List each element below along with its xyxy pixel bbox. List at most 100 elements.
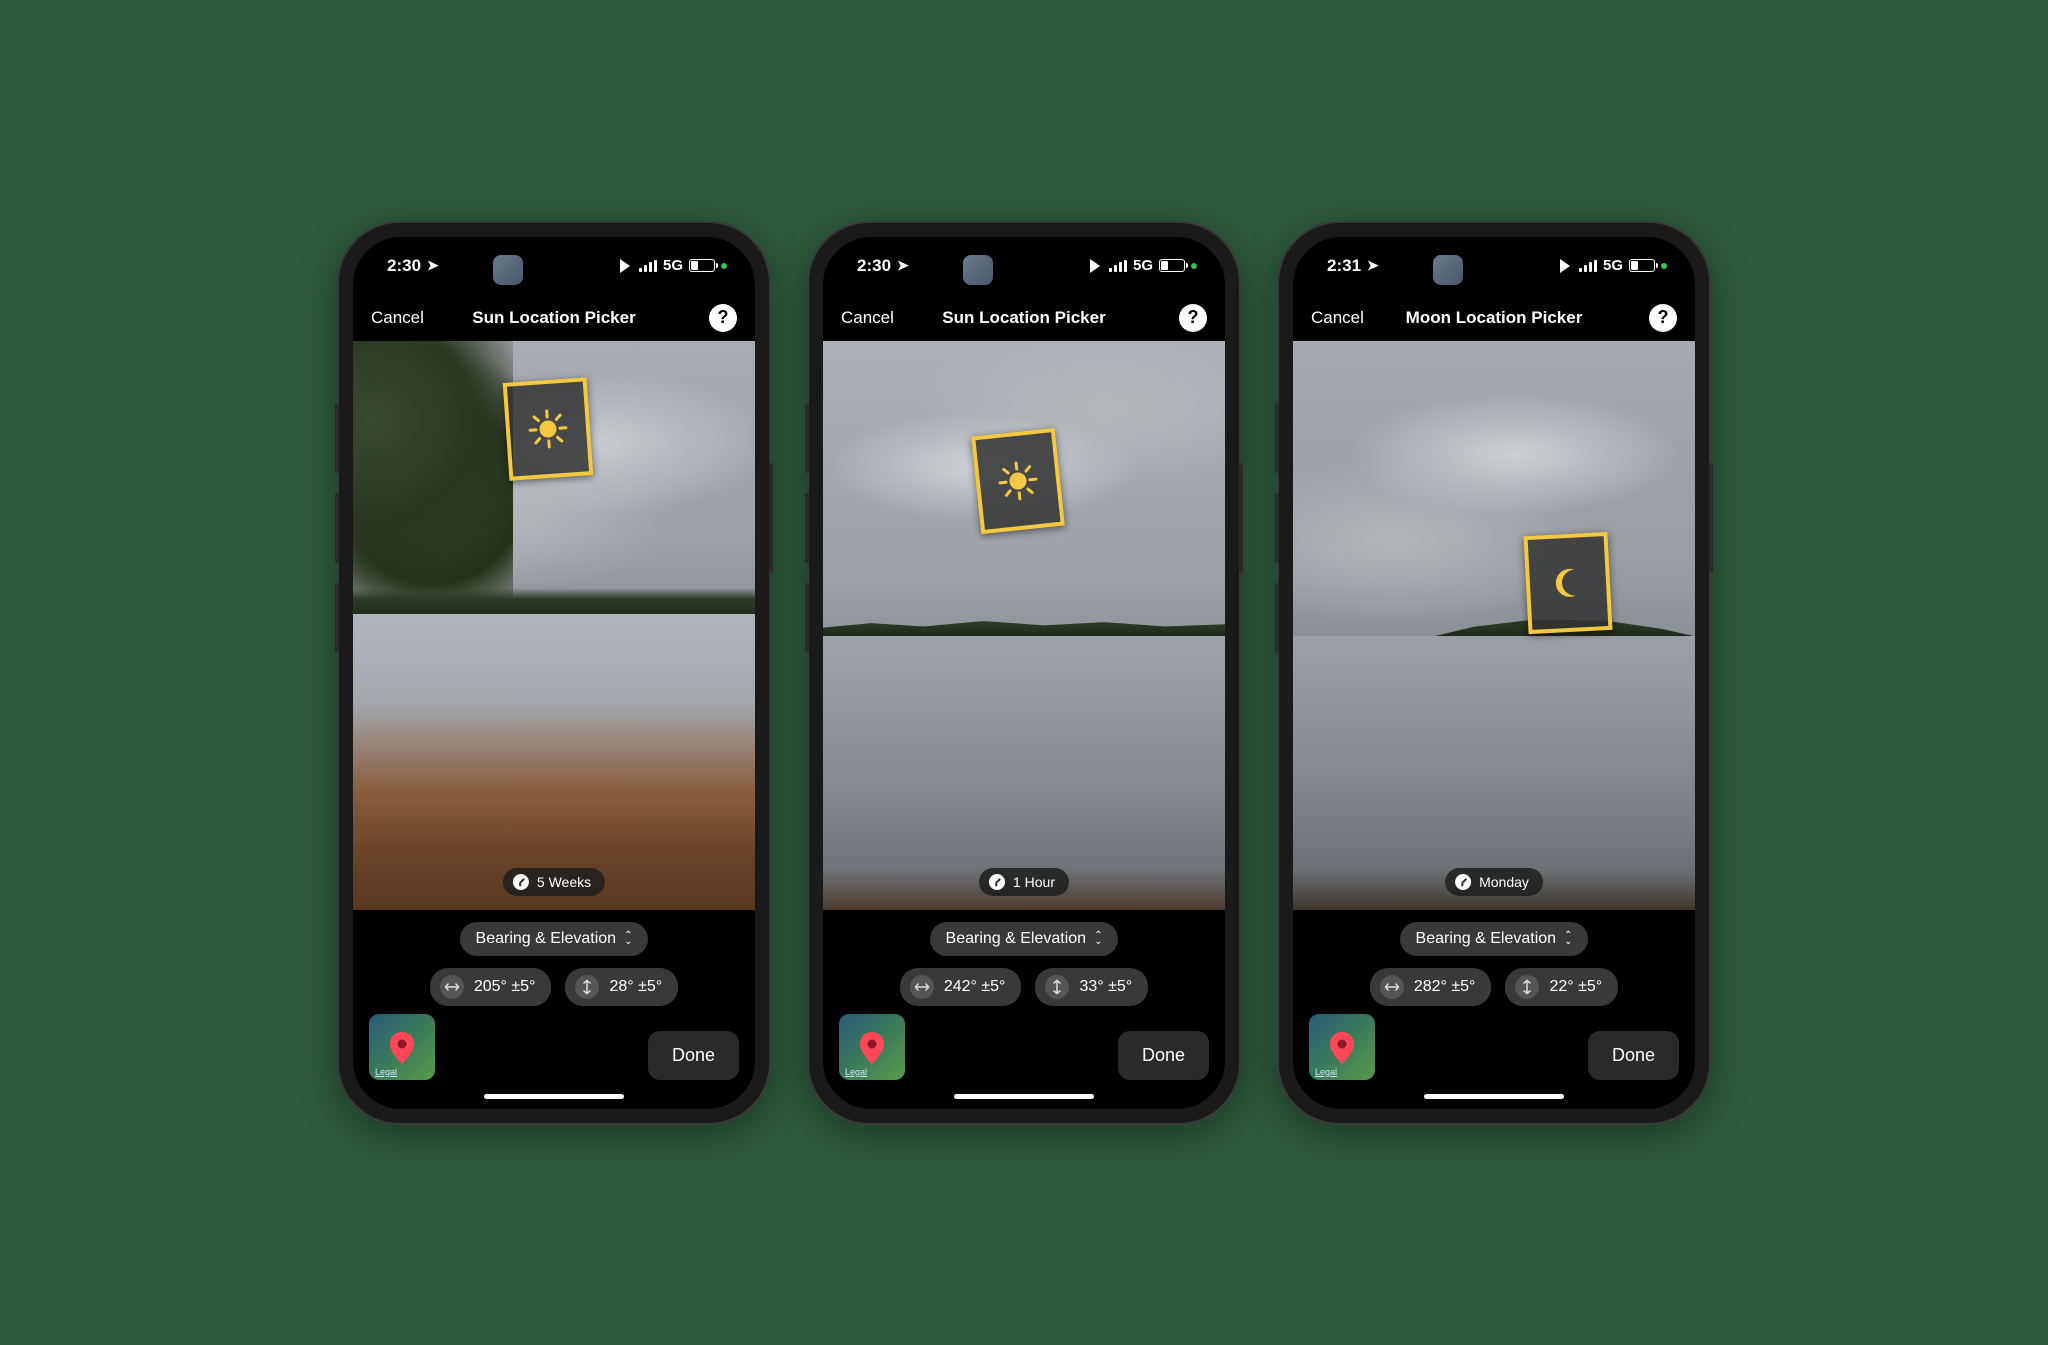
dynamic-island <box>959 251 1089 289</box>
bearing-value: 282° ±5° <box>1414 978 1476 996</box>
treeline <box>353 588 755 616</box>
status-time: 2:30 <box>857 256 891 276</box>
controls-panel: Bearing & Elevation ⌃⌄ 205° ±5° 28° ±5° <box>353 910 755 1006</box>
battery-icon <box>1629 259 1655 272</box>
cancel-button[interactable]: Cancel <box>371 308 424 328</box>
moon-icon <box>1546 561 1590 605</box>
ar-viewfinder[interactable]: 5 Weeks <box>353 341 755 910</box>
controls-panel: Bearing & Elevation ⌃⌄ 242° ±5° 33° ±5° <box>823 910 1225 1006</box>
done-button[interactable]: Done <box>648 1031 739 1080</box>
cellular-signal-icon <box>1109 260 1127 272</box>
vertical-arrows-icon <box>1045 975 1069 999</box>
horizontal-arrows-icon <box>440 975 464 999</box>
privacy-indicator-icon <box>1661 263 1667 269</box>
map-legal-link[interactable]: Legal <box>845 1067 867 1077</box>
map-thumbnail-button[interactable]: Legal <box>839 1014 905 1080</box>
bearing-value: 242° ±5° <box>944 978 1006 996</box>
water-foreground <box>353 614 755 910</box>
done-label: Done <box>1142 1045 1185 1065</box>
network-label: 5G <box>1133 257 1153 274</box>
elevation-readout[interactable]: 28° ±5° <box>565 968 678 1006</box>
page-title: Sun Location Picker <box>472 308 635 328</box>
now-playing-thumbnail <box>493 255 523 285</box>
done-label: Done <box>672 1045 715 1065</box>
nav-bar: Cancel Moon Location Picker ? <box>1293 295 1695 341</box>
screen: 2:31 ➤ 5G Cancel Moon Location Picker ? <box>1293 237 1695 1109</box>
time-range-chip[interactable]: 1 Hour <box>979 868 1069 896</box>
question-mark-icon: ? <box>1658 307 1669 328</box>
screen: 2:30 ➤ 5G Cancel Sun Location Picker ? <box>823 237 1225 1109</box>
bearing-readout[interactable]: 282° ±5° <box>1370 968 1492 1006</box>
sun-icon <box>994 456 1042 504</box>
chevron-up-down-icon: ⌃⌄ <box>1094 933 1102 945</box>
foliage <box>353 341 513 627</box>
cellular-signal-icon <box>1579 260 1597 272</box>
ar-viewfinder[interactable]: Monday <box>1293 341 1695 910</box>
bottom-row: Legal Done <box>1293 1006 1695 1088</box>
done-button[interactable]: Done <box>1118 1031 1209 1080</box>
battery-icon <box>689 259 715 272</box>
elevation-readout[interactable]: 33° ±5° <box>1035 968 1148 1006</box>
status-time: 2:31 <box>1327 256 1361 276</box>
map-legal-link[interactable]: Legal <box>1315 1067 1337 1077</box>
chevron-up-down-icon: ⌃⌄ <box>1564 933 1572 945</box>
done-label: Done <box>1612 1045 1655 1065</box>
mode-label: Bearing & Elevation <box>946 930 1087 948</box>
help-button[interactable]: ? <box>1649 304 1677 332</box>
time-range-chip[interactable]: 5 Weeks <box>503 868 605 896</box>
vertical-arrows-icon <box>575 975 599 999</box>
location-arrow-icon: ➤ <box>897 257 909 274</box>
vertical-arrows-icon <box>1515 975 1539 999</box>
location-arrow-icon: ➤ <box>427 257 439 274</box>
location-arrow-icon: ➤ <box>1367 257 1379 274</box>
phone-mockup: 2:31 ➤ 5G Cancel Moon Location Picker ? <box>1279 223 1709 1123</box>
home-indicator[interactable] <box>484 1094 624 1099</box>
cancel-button[interactable]: Cancel <box>1311 308 1364 328</box>
time-range-chip[interactable]: Monday <box>1445 868 1543 896</box>
sun-icon <box>524 406 571 453</box>
bearing-readout[interactable]: 205° ±5° <box>430 968 552 1006</box>
dynamic-island <box>1429 251 1559 289</box>
elevation-readout[interactable]: 22° ±5° <box>1505 968 1618 1006</box>
help-button[interactable]: ? <box>709 304 737 332</box>
dynamic-island <box>489 251 619 289</box>
question-mark-icon: ? <box>1188 307 1199 328</box>
clock-icon <box>513 874 529 890</box>
mode-label: Bearing & Elevation <box>1416 930 1557 948</box>
sun-marker[interactable] <box>971 427 1065 533</box>
phone-mockup: 2:30 ➤ 5G Cancel Sun Location Picker ? <box>809 223 1239 1123</box>
time-range-label: 5 Weeks <box>537 874 591 890</box>
mode-selector[interactable]: Bearing & Elevation ⌃⌄ <box>1400 922 1589 956</box>
question-mark-icon: ? <box>718 307 729 328</box>
page-title: Sun Location Picker <box>942 308 1105 328</box>
clock-icon <box>1455 874 1471 890</box>
status-time: 2:30 <box>387 256 421 276</box>
nav-bar: Cancel Sun Location Picker ? <box>353 295 755 341</box>
mode-selector[interactable]: Bearing & Elevation ⌃⌄ <box>460 922 649 956</box>
cancel-button[interactable]: Cancel <box>841 308 894 328</box>
moon-marker[interactable] <box>1524 532 1613 634</box>
elevation-value: 33° ±5° <box>1079 978 1132 996</box>
cellular-signal-icon <box>639 260 657 272</box>
bottom-row: Legal Done <box>823 1006 1225 1088</box>
mode-selector[interactable]: Bearing & Elevation ⌃⌄ <box>930 922 1119 956</box>
home-indicator[interactable] <box>954 1094 1094 1099</box>
ar-viewfinder[interactable]: 1 Hour <box>823 341 1225 910</box>
battery-icon <box>1159 259 1185 272</box>
bottom-row: Legal Done <box>353 1006 755 1088</box>
now-playing-thumbnail <box>1433 255 1463 285</box>
network-label: 5G <box>1603 257 1623 274</box>
horizontal-arrows-icon <box>1380 975 1404 999</box>
done-button[interactable]: Done <box>1588 1031 1679 1080</box>
map-thumbnail-button[interactable]: Legal <box>1309 1014 1375 1080</box>
map-thumbnail-button[interactable]: Legal <box>369 1014 435 1080</box>
sun-marker[interactable] <box>502 378 593 482</box>
network-label: 5G <box>663 257 683 274</box>
privacy-indicator-icon <box>721 263 727 269</box>
now-playing-thumbnail <box>963 255 993 285</box>
help-button[interactable]: ? <box>1179 304 1207 332</box>
bearing-readout[interactable]: 242° ±5° <box>900 968 1022 1006</box>
map-legal-link[interactable]: Legal <box>375 1067 397 1077</box>
home-indicator[interactable] <box>1424 1094 1564 1099</box>
chevron-up-down-icon: ⌃⌄ <box>624 933 632 945</box>
